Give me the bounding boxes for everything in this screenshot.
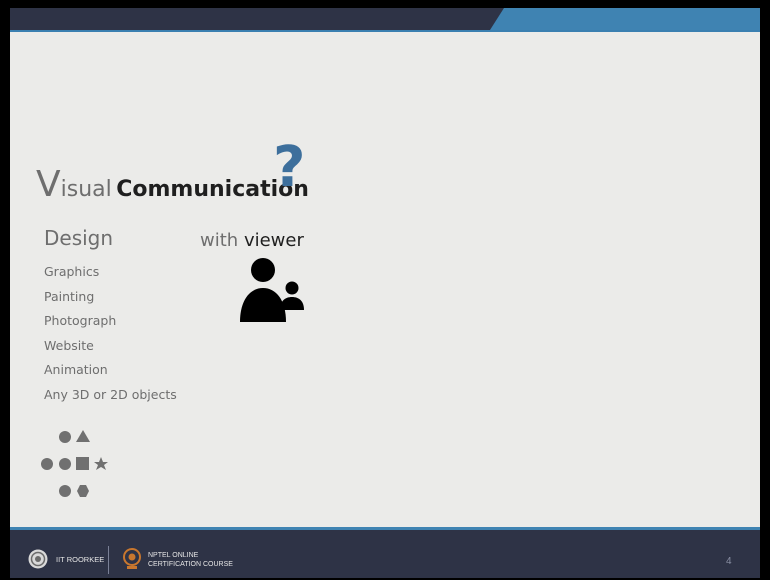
slide: Visual Communication ? Design Graphics P… bbox=[10, 8, 760, 578]
slide-title: Visual Communication bbox=[36, 164, 309, 205]
footer-divider bbox=[108, 546, 109, 574]
course-line-1: NPTEL ONLINE bbox=[148, 552, 199, 559]
list-item: Photograph bbox=[44, 313, 117, 328]
list-item: Animation bbox=[44, 362, 108, 377]
title-visual-initial: V bbox=[36, 164, 61, 205]
page-number: 4 bbox=[726, 556, 732, 567]
iit-roorkee-logo-icon bbox=[28, 549, 48, 569]
top-bar bbox=[10, 8, 760, 30]
course-name: NPTEL ONLINE CERTIFICATION COURSE bbox=[148, 551, 233, 569]
design-heading: Design bbox=[44, 226, 114, 250]
with-label: with bbox=[200, 230, 239, 251]
title-visual-rest: isual bbox=[60, 177, 112, 202]
list-item: Any 3D or 2D objects bbox=[44, 386, 177, 402]
top-bar-line bbox=[10, 30, 760, 32]
list-item: Website bbox=[44, 337, 94, 353]
top-bar-accent bbox=[490, 8, 760, 30]
institute-name: IIT ROORKEE bbox=[56, 555, 105, 564]
shapes-icon bbox=[41, 430, 108, 497]
with-viewer-text: with viewer bbox=[200, 230, 304, 251]
users-icon bbox=[240, 258, 304, 322]
list-item: Graphics bbox=[44, 264, 100, 279]
slide-frame: Visual Communication ? Design Graphics P… bbox=[0, 0, 770, 580]
design-list: Graphics Painting Photograph Website Ani… bbox=[44, 260, 177, 407]
footer-line bbox=[10, 527, 760, 530]
course-line-2: CERTIFICATION COURSE bbox=[148, 561, 233, 568]
list-item: Painting bbox=[44, 288, 95, 304]
viewer-label: viewer bbox=[243, 230, 304, 251]
question-mark: ? bbox=[273, 135, 306, 200]
nptel-logo-icon bbox=[123, 548, 141, 569]
